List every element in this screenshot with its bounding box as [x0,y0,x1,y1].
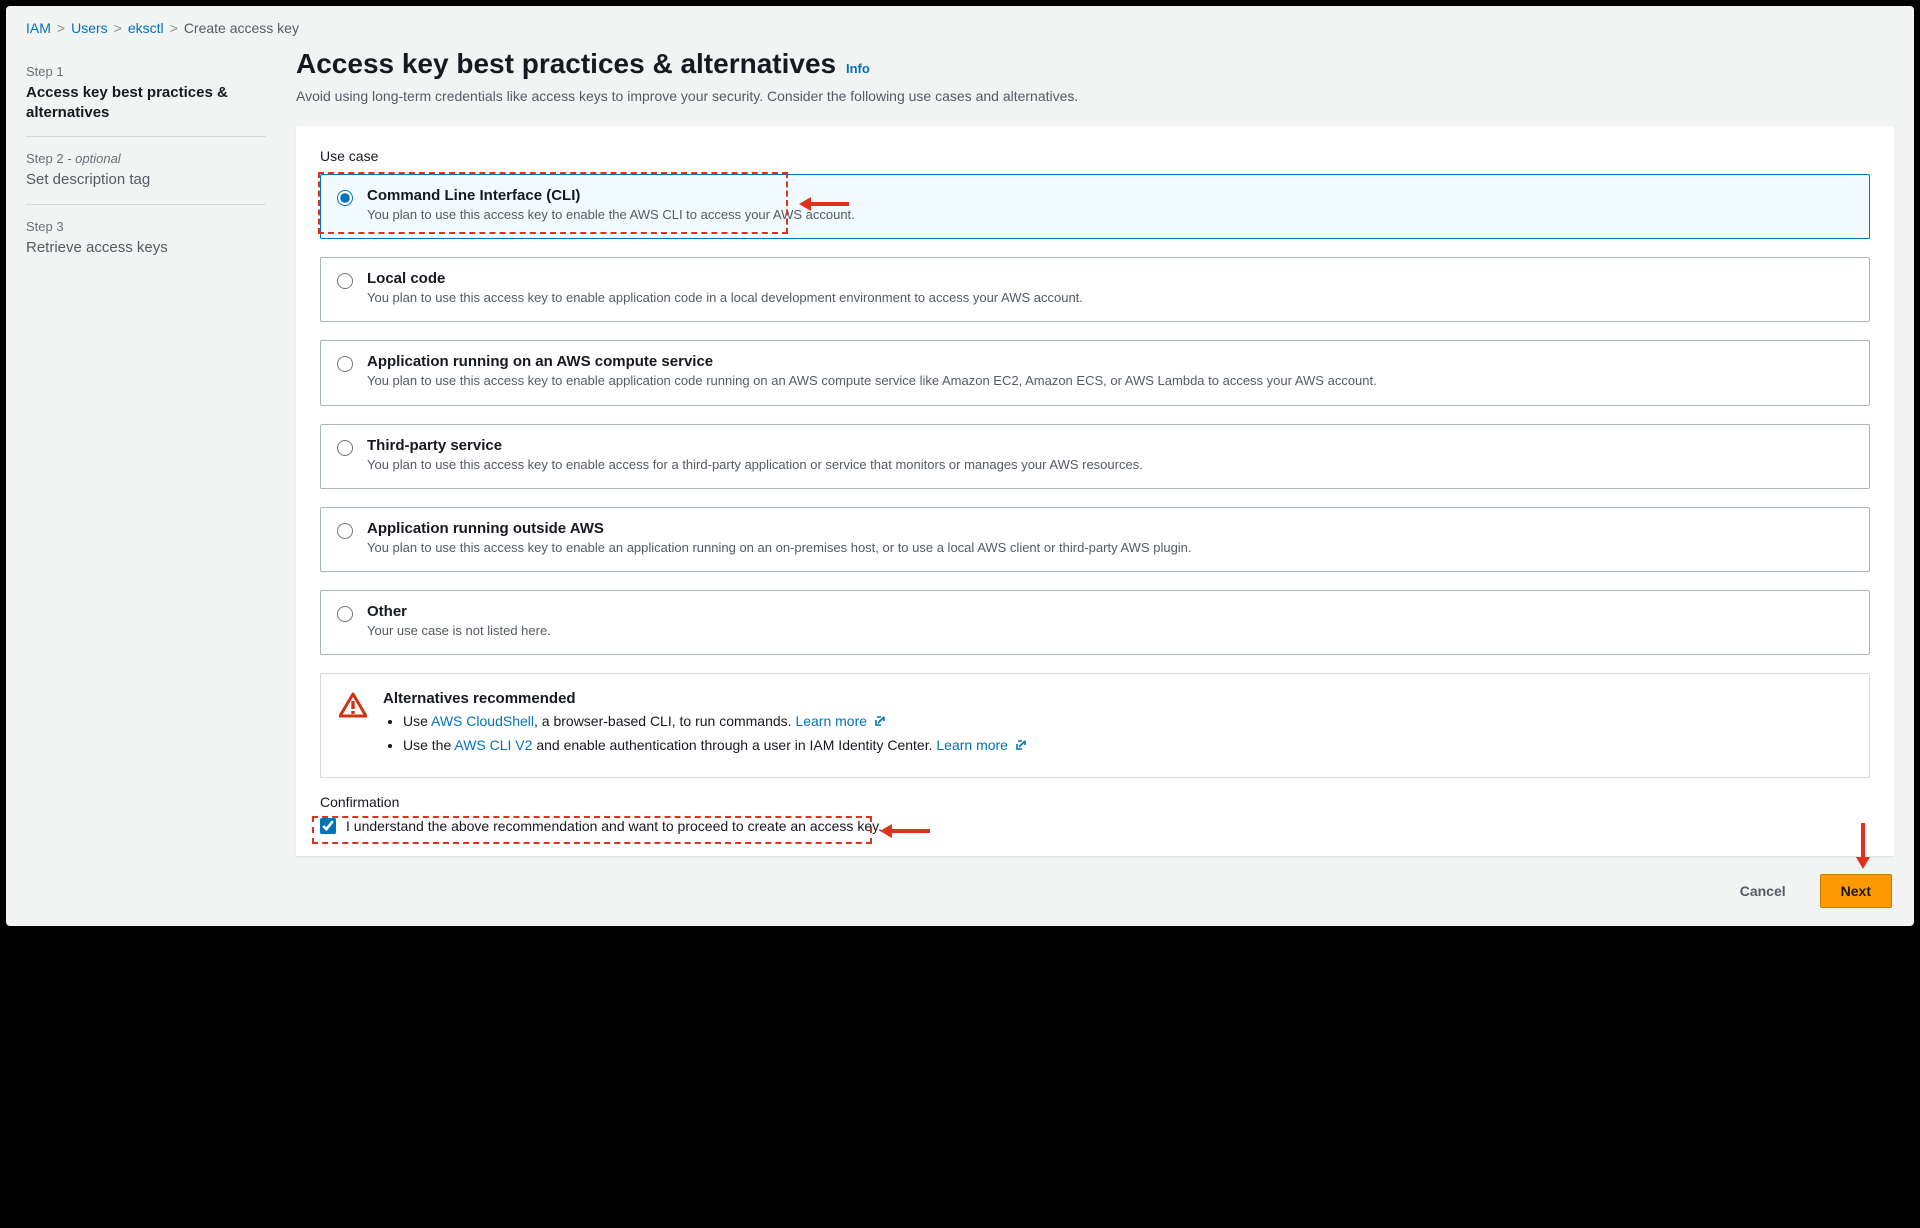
breadcrumb-current: Create access key [184,20,299,36]
usecase-desc: You plan to use this access key to enabl… [367,372,1377,390]
next-button[interactable]: Next [1820,874,1892,908]
usecase-title: Command Line Interface (CLI) [367,187,855,204]
usecase-option-third-party[interactable]: Third-party service You plan to use this… [320,424,1870,489]
usecase-desc: Your use case is not listed here. [367,622,551,640]
warning-icon [339,692,367,721]
wizard-steps: Step 1 Access key best practices & alter… [26,44,266,856]
breadcrumb-iam[interactable]: IAM [26,20,51,36]
app-frame: IAM > Users > eksctl > Create access key… [6,6,1914,926]
wizard-step-1[interactable]: Step 1 Access key best practices & alter… [26,50,266,137]
usecase-desc: You plan to use this access key to enabl… [367,456,1143,474]
step-title: Set description tag [26,170,266,190]
alternatives-recommended: Alternatives recommended Use AWS CloudSh… [320,673,1870,778]
breadcrumb-user-eksctl[interactable]: eksctl [128,20,164,36]
wizard-step-3[interactable]: Step 3 Retrieve access keys [26,205,266,272]
confirmation-section: Confirmation I understand the above reco… [320,794,1870,834]
usecase-title: Other [367,603,551,620]
external-link-icon [873,714,887,731]
wizard-footer: Cancel Next [1720,874,1892,908]
usecase-title: Application running outside AWS [367,520,1192,537]
chevron-right-icon: > [170,20,178,36]
step-title: Access key best practices & alternatives [26,83,266,122]
usecase-desc: You plan to use this access key to enabl… [367,539,1192,557]
usecase-title: Application running on an AWS compute se… [367,353,1377,370]
page-subtitle: Avoid using long-term credentials like a… [296,88,1894,104]
usecase-title: Third-party service [367,437,1143,454]
alternative-item: Use AWS CloudShell, a browser-based CLI,… [403,713,1028,731]
radio-cli[interactable] [337,190,353,206]
radio-aws-compute[interactable] [337,356,353,372]
confirmation-checkbox-row[interactable]: I understand the above recommendation an… [320,818,1870,834]
usecase-desc: You plan to use this access key to enabl… [367,289,1083,307]
step-label: Step 1 [26,64,266,79]
usecase-option-outside-aws[interactable]: Application running outside AWS You plan… [320,507,1870,572]
info-link[interactable]: Info [846,61,870,76]
link-aws-cloudshell[interactable]: AWS CloudShell [431,713,534,729]
wizard-step-2[interactable]: Step 2 - optional Set description tag [26,137,266,205]
alternatives-title: Alternatives recommended [383,690,1028,707]
section-label-usecase: Use case [320,148,1870,164]
breadcrumb: IAM > Users > eksctl > Create access key [6,6,1914,44]
usecase-option-cli[interactable]: Command Line Interface (CLI) You plan to… [320,174,1870,239]
confirmation-text: I understand the above recommendation an… [346,818,882,834]
page-title: Access key best practices & alternatives [296,48,836,79]
usecase-option-local-code[interactable]: Local code You plan to use this access k… [320,257,1870,322]
usecase-option-aws-compute[interactable]: Application running on an AWS compute se… [320,340,1870,405]
breadcrumb-users[interactable]: Users [71,20,108,36]
main-content: Access key best practices & alternatives… [296,44,1894,856]
confirmation-checkbox[interactable] [320,818,336,834]
radio-local-code[interactable] [337,273,353,289]
alternative-item: Use the AWS CLI V2 and enable authentica… [403,737,1028,755]
step-label: Step 3 [26,219,266,234]
cancel-button[interactable]: Cancel [1720,875,1806,907]
usecase-option-other[interactable]: Other Your use case is not listed here. [320,590,1870,655]
radio-outside-aws[interactable] [337,523,353,539]
chevron-right-icon: > [114,20,122,36]
chevron-right-icon: > [57,20,65,36]
radio-other[interactable] [337,606,353,622]
usecase-desc: You plan to use this access key to enabl… [367,206,855,224]
radio-third-party[interactable] [337,440,353,456]
external-link-icon [1014,738,1028,755]
learn-more-link[interactable]: Learn more [795,713,886,729]
step-label: Step 2 - optional [26,151,266,166]
learn-more-link[interactable]: Learn more [936,737,1027,753]
link-aws-cli-v2[interactable]: AWS CLI V2 [454,737,532,753]
usecase-title: Local code [367,270,1083,287]
panel-usecase: Use case Command Line Interface (CLI) Yo… [296,126,1894,856]
step-title: Retrieve access keys [26,238,266,258]
confirmation-label: Confirmation [320,794,1870,810]
